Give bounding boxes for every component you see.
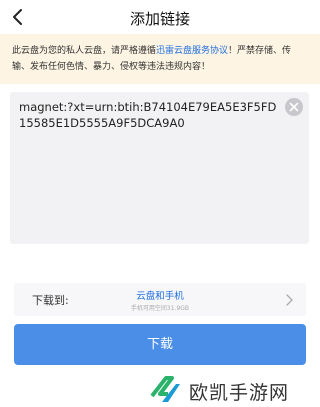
clear-icon[interactable]: [285, 98, 303, 116]
watermark-text: 欧凯手游网: [189, 382, 290, 404]
destination-storage-info: 手机可用空间31.9GB: [130, 305, 190, 312]
watermark-logo-icon: [150, 376, 180, 402]
chevron-right-icon: [286, 294, 293, 306]
notice-text-before: 此云盘为您的私人云盘，请严格遵循: [12, 46, 157, 56]
download-button[interactable]: 下载: [14, 324, 306, 365]
destination-value: 云盘和手机: [136, 291, 184, 302]
watermark: 欧凯手游网: [148, 372, 320, 407]
link-input-value[interactable]: magnet:?xt=urn:btih:B74104E79EA5E3F5FD15…: [19, 99, 281, 131]
terms-notice: 此云盘为您的私人云盘，请严格遵循迅雷云盘服务协议！严禁存储、传输、发布任何色情、…: [0, 34, 320, 84]
service-agreement-link[interactable]: 迅雷云盘服务协议: [156, 46, 228, 56]
link-input-field[interactable]: magnet:?xt=urn:btih:B74104E79EA5E3F5FD15…: [10, 92, 309, 244]
top-bar: 添加链接: [0, 0, 320, 34]
page-title: 添加链接: [129, 10, 190, 28]
download-destination-selector[interactable]: 下载到: 云盘和手机 手机可用空间31.9GB: [14, 283, 306, 316]
